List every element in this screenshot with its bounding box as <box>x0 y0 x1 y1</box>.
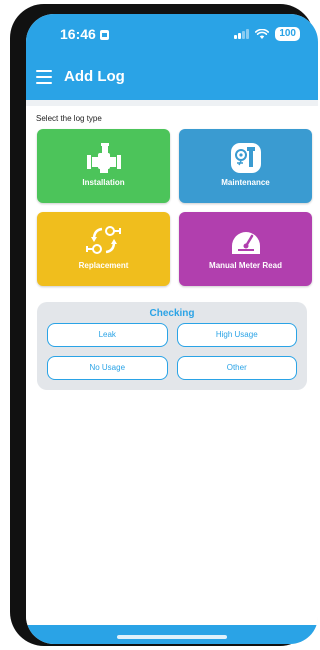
app-bar: Add Log <box>26 56 318 100</box>
bottom-bar <box>26 625 318 644</box>
hamburger-icon[interactable] <box>36 70 52 84</box>
replacement-tile[interactable]: Replacement <box>37 212 170 286</box>
status-bar: 16:46 100 <box>26 14 318 56</box>
checking-panel: Checking Leak High Usage No Usage Other <box>37 302 307 390</box>
maintenance-tile[interactable]: Maintenance <box>179 129 312 203</box>
manual-meter-read-tile[interactable]: Manual Meter Read <box>179 212 312 286</box>
replacement-label: Replacement <box>78 261 129 270</box>
phone-frame: 16:46 100 Add Log Select the log type In… <box>10 4 318 646</box>
no-usage-button[interactable]: No Usage <box>47 356 168 380</box>
wifi-icon <box>255 28 270 39</box>
checking-title: Checking <box>149 308 195 319</box>
status-time-text: 16:46 <box>60 26 96 42</box>
status-icons: 100 <box>234 27 300 41</box>
leak-button[interactable]: Leak <box>47 323 168 347</box>
page-title: Add Log <box>64 68 125 85</box>
maintenance-tools-icon <box>230 143 261 173</box>
checking-options: Leak High Usage No Usage Other <box>47 323 297 380</box>
log-type-grid: Installation Maintenance Replacement Man… <box>37 129 318 286</box>
screen: 16:46 100 Add Log Select the log type In… <box>26 14 318 644</box>
battery-indicator: 100 <box>275 27 300 41</box>
main-content: Select the log type Installation Mainten… <box>26 100 318 625</box>
other-button[interactable]: Other <box>176 356 297 380</box>
section-label: Select the log type <box>36 114 102 123</box>
status-time: 16:46 <box>60 26 109 42</box>
calendar-icon <box>99 30 109 40</box>
content-divider <box>26 100 318 106</box>
installation-label: Installation <box>82 178 125 187</box>
signal-icon <box>234 29 250 39</box>
pipe-fitting-icon <box>86 143 121 173</box>
replacement-cycle-icon <box>85 226 121 254</box>
gauge-icon <box>231 232 260 254</box>
manual-meter-read-label: Manual Meter Read <box>209 261 282 270</box>
maintenance-label: Maintenance <box>221 178 270 187</box>
high-usage-button[interactable]: High Usage <box>176 323 297 347</box>
installation-tile[interactable]: Installation <box>37 129 170 203</box>
home-indicator[interactable] <box>117 635 227 639</box>
